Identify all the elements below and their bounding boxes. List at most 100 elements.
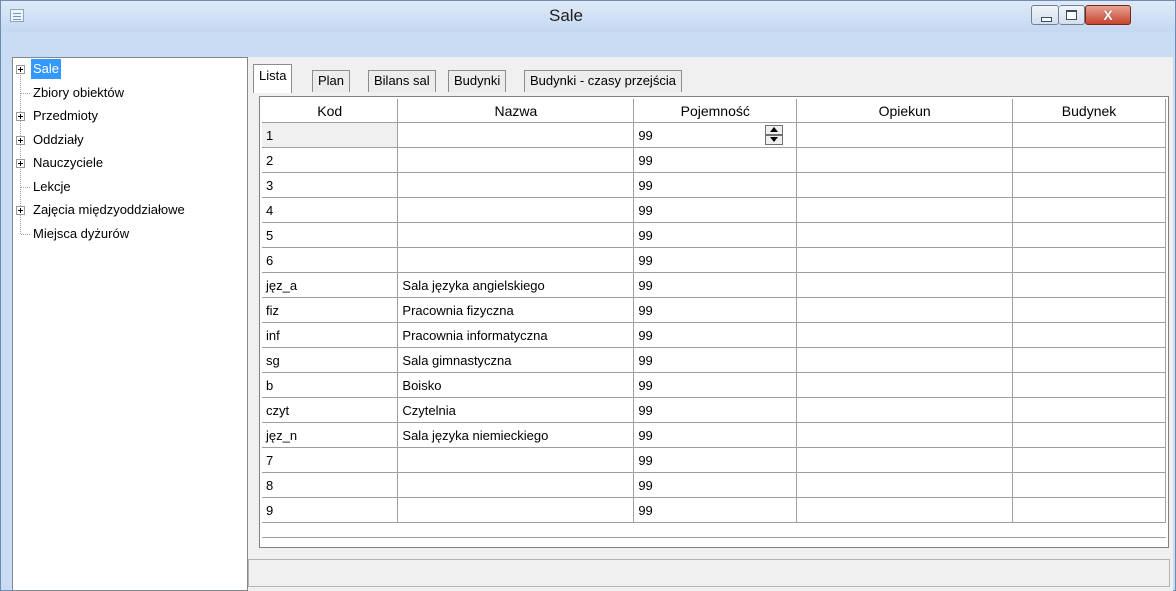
table-row[interactable]: b Boisko 99	[262, 372, 1166, 398]
cell-pojemnosc[interactable]: 99	[633, 322, 798, 348]
rooms-grid[interactable]: Kod Nazwa Pojemność Opiekun Budynek 1 99 2 99 3 9…	[259, 96, 1169, 548]
cell-kod[interactable]: 6	[262, 247, 399, 273]
table-row[interactable]: jęz_n Sala języka niemieckiego 99	[262, 422, 1166, 448]
cell-budynek[interactable]	[1012, 497, 1166, 523]
cell-nazwa[interactable]	[397, 172, 635, 198]
cell-budynek[interactable]	[1012, 297, 1166, 323]
cell-kod[interactable]: czyt	[262, 397, 399, 423]
cell-opiekun[interactable]	[796, 147, 1014, 173]
column-header-opiekun[interactable]: Opiekun	[796, 99, 1014, 123]
cell-opiekun[interactable]	[796, 422, 1014, 448]
cell-nazwa[interactable]: Pracownia informatyczna	[397, 322, 635, 348]
cell-opiekun[interactable]	[796, 222, 1014, 248]
cell-budynek[interactable]	[1012, 422, 1166, 448]
cell-pojemnosc[interactable]: 99	[633, 172, 798, 198]
spin-down-icon[interactable]	[765, 135, 784, 145]
tab-lista[interactable]: Lista	[253, 64, 293, 93]
cell-nazwa[interactable]	[397, 497, 635, 523]
cell-budynek[interactable]	[1012, 322, 1166, 348]
tab-budynki-czasy-przejścia[interactable]: Budynki - czasy przejścia	[524, 70, 682, 92]
title-bar[interactable]: Sale X	[1, 1, 1175, 32]
cell-budynek[interactable]	[1012, 397, 1166, 423]
cell-kod[interactable]: b	[262, 372, 399, 398]
table-row[interactable]: 9 99	[262, 497, 1166, 523]
cell-budynek[interactable]	[1012, 197, 1166, 223]
cell-pojemnosc[interactable]: 99	[633, 472, 798, 498]
cell-kod[interactable]: jęz_n	[262, 422, 399, 448]
cell-budynek[interactable]	[1012, 172, 1166, 198]
cell-opiekun[interactable]	[796, 197, 1014, 223]
cell-kod[interactable]: 5	[262, 222, 399, 248]
cell-opiekun[interactable]	[796, 497, 1014, 523]
cell-nazwa[interactable]: Boisko	[397, 372, 635, 398]
cell-pojemnosc[interactable]: 99	[633, 272, 798, 298]
cell-pojemnosc[interactable]: 99	[633, 497, 798, 523]
cell-kod[interactable]: 3	[262, 172, 399, 198]
cell-pojemnosc[interactable]: 99	[633, 222, 798, 248]
cell-pojemnosc[interactable]: 99	[633, 447, 798, 473]
table-row[interactable]: sg Sala gimnastyczna 99	[262, 347, 1166, 373]
cell-budynek[interactable]	[1012, 372, 1166, 398]
table-row[interactable]: 2 99	[262, 147, 1166, 173]
cell-budynek[interactable]	[1012, 147, 1166, 173]
table-row[interactable]: 3 99	[262, 172, 1166, 198]
cell-budynek[interactable]	[1012, 247, 1166, 273]
cell-kod[interactable]: fiz	[262, 297, 399, 323]
cell-opiekun[interactable]	[796, 247, 1014, 273]
cell-kod[interactable]: 9	[262, 497, 399, 523]
table-row[interactable]: 8 99	[262, 472, 1166, 498]
expand-plus-icon[interactable]	[16, 206, 25, 215]
cell-nazwa[interactable]: Pracownia fizyczna	[397, 297, 635, 323]
cell-nazwa[interactable]	[397, 247, 635, 273]
cell-pojemnosc[interactable]: 99	[633, 397, 798, 423]
cell-budynek[interactable]	[1012, 472, 1166, 498]
navigation-tree[interactable]: Sale Zbiory obiektów Przedmioty Oddziały Nau…	[12, 57, 248, 591]
minimize-button[interactable]	[1031, 5, 1059, 25]
maximize-button[interactable]	[1059, 5, 1085, 25]
capacity-spinner[interactable]	[765, 125, 784, 145]
cell-opiekun[interactable]	[796, 297, 1014, 323]
table-row[interactable]: fiz Pracownia fizyczna 99	[262, 297, 1166, 323]
table-row[interactable]: 1 99	[262, 122, 1166, 148]
cell-nazwa[interactable]	[397, 447, 635, 473]
cell-nazwa[interactable]: Sala gimnastyczna	[397, 347, 635, 373]
cell-kod[interactable]: 4	[262, 197, 399, 223]
cell-budynek[interactable]	[1012, 272, 1166, 298]
table-row[interactable]: 4 99	[262, 197, 1166, 223]
tab-plan[interactable]: Plan	[312, 70, 351, 92]
expand-plus-icon[interactable]	[16, 112, 25, 121]
table-row[interactable]: 6 99	[262, 247, 1166, 273]
cell-opiekun[interactable]	[796, 272, 1014, 298]
table-row[interactable]: 5 99	[262, 222, 1166, 248]
cell-budynek[interactable]	[1012, 347, 1166, 373]
spin-up-icon[interactable]	[765, 125, 784, 135]
tab-budynki[interactable]: Budynki	[448, 70, 507, 92]
cell-pojemnosc[interactable]: 99	[633, 147, 798, 173]
cell-nazwa[interactable]	[397, 222, 635, 248]
cell-kod[interactable]: jęz_a	[262, 272, 399, 298]
cell-opiekun[interactable]	[796, 447, 1014, 473]
close-button[interactable]: X	[1085, 5, 1131, 25]
cell-pojemnosc[interactable]: 99	[633, 197, 798, 223]
cell-pojemnosc[interactable]: 99	[633, 247, 798, 273]
expand-plus-icon[interactable]	[16, 136, 25, 145]
cell-nazwa[interactable]: Sala języka angielskiego	[397, 272, 635, 298]
cell-opiekun[interactable]	[796, 122, 1014, 148]
cell-nazwa[interactable]	[397, 197, 635, 223]
column-header-budynek[interactable]: Budynek	[1012, 99, 1166, 123]
cell-nazwa[interactable]: Czytelnia	[397, 397, 635, 423]
cell-opiekun[interactable]	[796, 397, 1014, 423]
column-header-kod[interactable]: Kod	[262, 99, 399, 123]
cell-budynek[interactable]	[1012, 222, 1166, 248]
cell-pojemnosc[interactable]: 99	[633, 372, 798, 398]
cell-kod[interactable]: inf	[262, 322, 399, 348]
cell-nazwa[interactable]	[397, 147, 635, 173]
column-header-nazwa[interactable]: Nazwa	[397, 99, 635, 123]
cell-opiekun[interactable]	[796, 347, 1014, 373]
cell-pojemnosc[interactable]: 99	[633, 122, 798, 148]
cell-opiekun[interactable]	[796, 372, 1014, 398]
table-row[interactable]: jęz_a Sala języka angielskiego 99	[262, 272, 1166, 298]
cell-kod[interactable]: 8	[262, 472, 399, 498]
cell-opiekun[interactable]	[796, 172, 1014, 198]
cell-opiekun[interactable]	[796, 322, 1014, 348]
